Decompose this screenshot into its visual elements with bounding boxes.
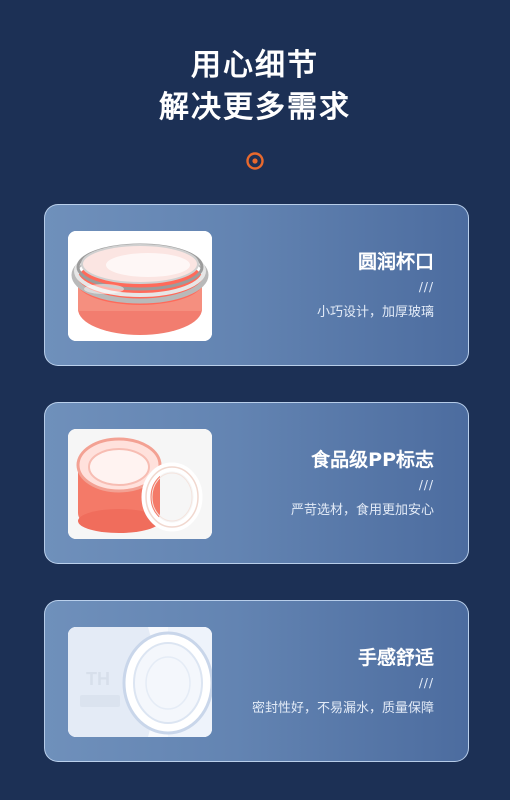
page-title-line-1: 用心细节 xyxy=(191,48,319,83)
target-icon xyxy=(246,152,264,170)
feature-description: 小巧设计，加厚玻璃 xyxy=(316,305,434,320)
feature-card-grip: TH 手感舒适 /// 密封性好，不易漏水，质量保障 xyxy=(44,600,469,762)
feature-title: 圆润杯口 xyxy=(357,251,434,273)
feature-card-pp: 食品级PP标志 /// 严苛选材，食用更加安心 xyxy=(44,402,469,564)
feature-card-rim: 圆润杯口 /// 小巧设计，加厚玻璃 xyxy=(44,204,469,366)
feature-description: 密封性好，不易漏水，质量保障 xyxy=(251,701,434,716)
slash-divider: /// xyxy=(418,280,434,294)
glass-rim-photo xyxy=(68,231,212,341)
bottle-lid-photo: TH xyxy=(68,627,212,737)
page-title-line-2: 解决更多需求 xyxy=(159,90,351,125)
feature-title: 手感舒适 xyxy=(357,647,434,669)
slash-divider: /// xyxy=(418,676,434,690)
svg-text:TH: TH xyxy=(86,669,110,689)
feature-title: 食品级PP标志 xyxy=(311,449,434,471)
slash-divider: /// xyxy=(418,478,434,492)
feature-description: 严苛选材，食用更加安心 xyxy=(290,503,434,518)
lid-seal-ring-photo xyxy=(68,429,212,539)
